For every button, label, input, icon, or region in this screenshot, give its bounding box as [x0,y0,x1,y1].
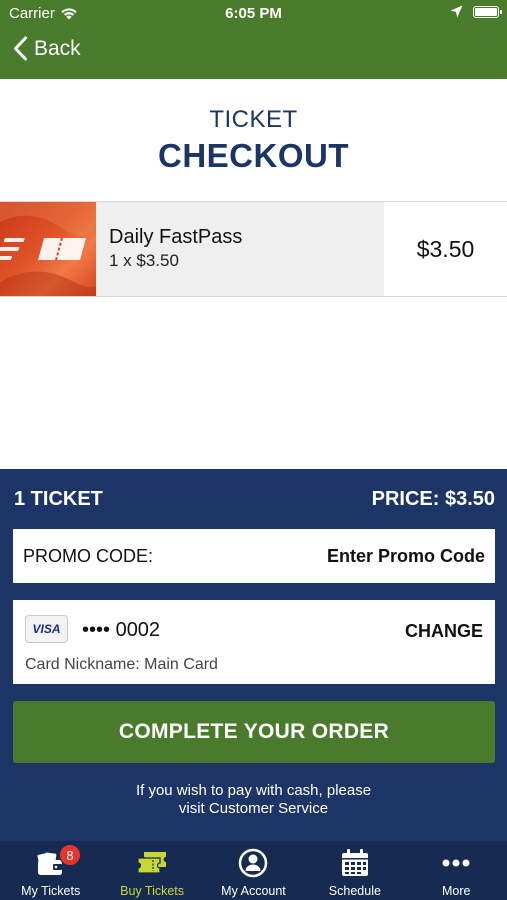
chevron-left-icon [14,36,27,61]
account-icon [237,848,269,878]
ticket-line-item: Daily FastPass 1 x $3.50 $3.50 [0,201,507,297]
card-nickname: Card Nickname: Main Card [25,656,218,673]
tab-schedule[interactable]: Schedule [304,841,405,900]
cash-payment-note: If you wish to pay with cash, please vis… [0,782,507,818]
ticket-name: Daily FastPass [109,226,243,248]
promo-code-field[interactable]: PROMO CODE: Enter Promo Code [13,529,495,583]
order-summary-panel: 1 TICKET PRICE: $3.50 PROMO CODE: Enter … [0,469,507,841]
ticket-quantity: 1 x $3.50 [109,251,179,270]
tab-my-tickets[interactable]: 8 My Tickets [0,841,101,900]
tab-label-schedule: Schedule [328,884,381,898]
tab-more[interactable]: More [406,841,507,900]
payment-card: VISA •••• 0002 CHANGE Card Nickname: Mai… [13,600,495,684]
cash-note-line-1: If you wish to pay with cash, please [135,782,372,799]
ticket-info: Daily FastPass 1 x $3.50 [96,202,384,296]
calendar-icon [339,848,371,878]
complete-order-button[interactable]: COMPLETE YOUR ORDER [13,701,495,763]
more-icon [440,848,472,878]
fastpass-ticket-icon [0,202,96,296]
tab-label-my-tickets: My Tickets [21,884,81,898]
tab-my-account[interactable]: My Account [203,841,304,900]
card-number: •••• 0002 [82,619,161,641]
order-price: PRICE: $3.50 [371,488,495,510]
visa-card-icon: VISA [25,615,68,643]
tickets-icon [136,848,168,878]
page-title: TICKET CHECKOUT [0,106,507,175]
tab-label-buy-tickets: Buy Tickets [120,884,185,898]
enter-promo-code-button[interactable]: Enter Promo Code [327,546,485,567]
status-time: 6:05 PM [225,5,282,22]
ticket-price-cell: $3.50 [384,202,507,296]
title-line-checkout: CHECKOUT [158,137,349,174]
ticket-price: $3.50 [416,235,475,262]
tab-label-my-account: My Account [221,884,286,898]
status-bar: Carrier 6:05 PM [0,0,507,28]
tab-bar: 8 My Tickets Buy Tickets My Account Sche… [0,841,507,900]
battery-icon [473,5,502,18]
change-card-button[interactable]: CHANGE [405,621,483,642]
cash-note-line-2: visit Customer Service [178,800,329,817]
tab-buy-tickets[interactable]: Buy Tickets [101,841,202,900]
tickets-count-badge: 8 [59,844,81,866]
status-indicators [450,5,502,18]
header-bar: Carrier 6:05 PM Back [0,0,507,79]
tab-label-more: More [442,884,471,898]
back-label: Back [34,36,81,60]
order-summary-row: 1 TICKET PRICE: $3.50 [14,488,495,511]
back-button[interactable]: Back [13,36,81,61]
promo-code-label: PROMO CODE: [23,545,154,566]
location-arrow-icon [450,5,463,18]
ticket-count: 1 TICKET [14,488,103,510]
title-line-ticket: TICKET [209,106,298,133]
